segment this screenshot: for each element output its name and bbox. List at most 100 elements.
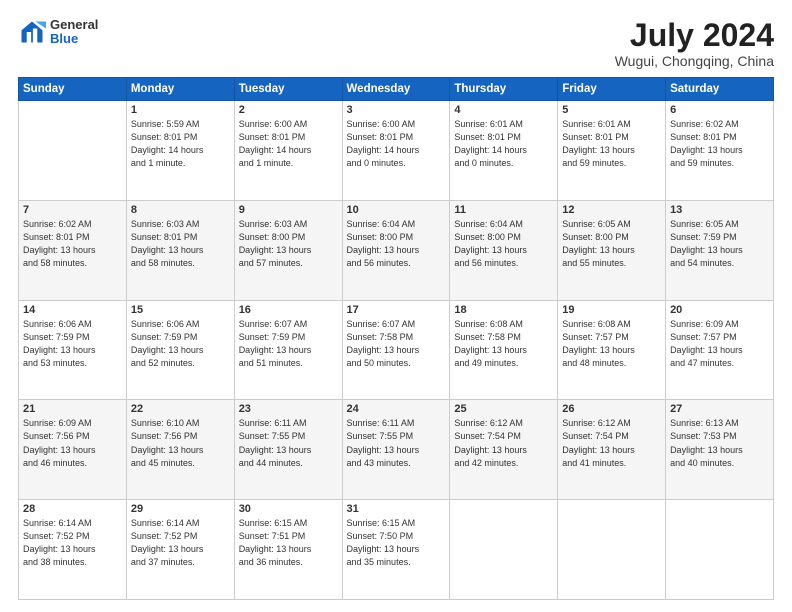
day-number: 12 — [562, 204, 661, 216]
day-number: 26 — [562, 403, 661, 415]
day-number: 9 — [239, 204, 338, 216]
day-number: 17 — [347, 304, 446, 316]
calendar-cell: 18 Sunrise: 6:08 AM Sunset: 7:58 PM Dayli… — [450, 300, 558, 400]
calendar-cell: 15 Sunrise: 6:06 AM Sunset: 7:59 PM Dayli… — [126, 300, 234, 400]
day-info: Sunrise: 6:06 AM Sunset: 7:59 PM Dayligh… — [23, 318, 122, 370]
calendar-cell: 12 Sunrise: 6:05 AM Sunset: 8:00 PM Dayli… — [558, 200, 666, 300]
calendar-cell — [666, 500, 774, 600]
day-info: Sunrise: 6:15 AM Sunset: 7:51 PM Dayligh… — [239, 517, 338, 569]
logo-blue: Blue — [50, 32, 98, 46]
day-number: 13 — [670, 204, 769, 216]
logo-icon — [18, 18, 46, 46]
day-info: Sunrise: 6:05 AM Sunset: 8:00 PM Dayligh… — [562, 218, 661, 270]
title-block: July 2024 Wugui, Chongqing, China — [615, 18, 774, 69]
calendar-cell: 24Sunrise: 6:11 AM Sunset: 7:55 PM Dayli… — [342, 400, 450, 500]
calendar-cell: 17Sunrise: 6:07 AM Sunset: 7:58 PM Dayli… — [342, 300, 450, 400]
calendar-week-3: 14 Sunrise: 6:06 AM Sunset: 7:59 PM Dayli… — [19, 300, 774, 400]
day-number: 20 — [670, 304, 769, 316]
day-info: Sunrise: 6:10 AM Sunset: 7:56 PM Dayligh… — [131, 417, 230, 469]
calendar-table: SundayMondayTuesdayWednesdayThursdayFrid… — [18, 77, 774, 600]
day-number: 4 — [454, 104, 553, 116]
calendar-header-saturday: Saturday — [666, 78, 774, 101]
day-info: Sunrise: 6:14 AM Sunset: 7:52 PM Dayligh… — [23, 517, 122, 569]
day-number: 22 — [131, 403, 230, 415]
calendar-cell — [19, 101, 127, 201]
header: General Blue July 2024 Wugui, Chongqing,… — [18, 18, 774, 69]
calendar-cell: 11 Sunrise: 6:04 AM Sunset: 8:00 PM Dayli… — [450, 200, 558, 300]
day-number: 21 — [23, 403, 122, 415]
day-number: 6 — [670, 104, 769, 116]
calendar-cell: 26 Sunrise: 6:12 AM Sunset: 7:54 PM Dayli… — [558, 400, 666, 500]
day-number: 3 — [347, 104, 446, 116]
day-number: 14 — [23, 304, 122, 316]
calendar-cell: 21 Sunrise: 6:09 AM Sunset: 7:56 PM Dayli… — [19, 400, 127, 500]
day-info: Sunrise: 6:12 AM Sunset: 7:54 PM Dayligh… — [454, 417, 553, 469]
calendar-header-row: SundayMondayTuesdayWednesdayThursdayFrid… — [19, 78, 774, 101]
calendar-header-wednesday: Wednesday — [342, 78, 450, 101]
day-number: 5 — [562, 104, 661, 116]
day-info: Sunrise: 6:09 AM Sunset: 7:57 PM Dayligh… — [670, 318, 769, 370]
subtitle: Wugui, Chongqing, China — [615, 53, 774, 69]
day-info: Sunrise: 6:09 AM Sunset: 7:56 PM Dayligh… — [23, 417, 122, 469]
day-info: Sunrise: 6:07 AM Sunset: 7:59 PM Dayligh… — [239, 318, 338, 370]
day-number: 15 — [131, 304, 230, 316]
day-info: Sunrise: 6:03 AM Sunset: 8:00 PM Dayligh… — [239, 218, 338, 270]
calendar-cell: 6 Sunrise: 6:02 AM Sunset: 8:01 PM Daylig… — [666, 101, 774, 201]
calendar-cell: 3 Sunrise: 6:00 AM Sunset: 8:01 PM Daylig… — [342, 101, 450, 201]
calendar-week-5: 28Sunrise: 6:14 AM Sunset: 7:52 PM Dayli… — [19, 500, 774, 600]
calendar-cell: 22 Sunrise: 6:10 AM Sunset: 7:56 PM Dayli… — [126, 400, 234, 500]
calendar-week-2: 7 Sunrise: 6:02 AM Sunset: 8:01 PM Daylig… — [19, 200, 774, 300]
day-info: Sunrise: 6:14 AM Sunset: 7:52 PM Dayligh… — [131, 517, 230, 569]
day-info: Sunrise: 6:11 AM Sunset: 7:55 PM Dayligh… — [347, 417, 446, 469]
calendar-header-monday: Monday — [126, 78, 234, 101]
day-number: 11 — [454, 204, 553, 216]
calendar-cell: 29Sunrise: 6:14 AM Sunset: 7:52 PM Dayli… — [126, 500, 234, 600]
day-number: 31 — [347, 503, 446, 515]
calendar-cell: 2Sunrise: 6:00 AM Sunset: 8:01 PM Daylig… — [234, 101, 342, 201]
logo: General Blue — [18, 18, 98, 47]
day-number: 18 — [454, 304, 553, 316]
calendar-cell: 27Sunrise: 6:13 AM Sunset: 7:53 PM Dayli… — [666, 400, 774, 500]
day-number: 16 — [239, 304, 338, 316]
day-info: Sunrise: 6:12 AM Sunset: 7:54 PM Dayligh… — [562, 417, 661, 469]
day-info: Sunrise: 6:08 AM Sunset: 7:57 PM Dayligh… — [562, 318, 661, 370]
day-number: 8 — [131, 204, 230, 216]
day-number: 19 — [562, 304, 661, 316]
day-info: Sunrise: 6:01 AM Sunset: 8:01 PM Dayligh… — [454, 118, 553, 170]
day-info: Sunrise: 6:04 AM Sunset: 8:00 PM Dayligh… — [347, 218, 446, 270]
day-number: 2 — [239, 104, 338, 116]
day-info: Sunrise: 6:08 AM Sunset: 7:58 PM Dayligh… — [454, 318, 553, 370]
calendar-header-sunday: Sunday — [19, 78, 127, 101]
calendar-cell: 23Sunrise: 6:11 AM Sunset: 7:55 PM Dayli… — [234, 400, 342, 500]
day-info: Sunrise: 5:59 AM Sunset: 8:01 PM Dayligh… — [131, 118, 230, 170]
day-number: 7 — [23, 204, 122, 216]
calendar-cell: 7 Sunrise: 6:02 AM Sunset: 8:01 PM Daylig… — [19, 200, 127, 300]
day-number: 27 — [670, 403, 769, 415]
day-number: 25 — [454, 403, 553, 415]
day-info: Sunrise: 6:00 AM Sunset: 8:01 PM Dayligh… — [347, 118, 446, 170]
page: General Blue July 2024 Wugui, Chongqing,… — [0, 0, 792, 612]
day-number: 23 — [239, 403, 338, 415]
day-info: Sunrise: 6:05 AM Sunset: 7:59 PM Dayligh… — [670, 218, 769, 270]
calendar-cell: 31 Sunrise: 6:15 AM Sunset: 7:50 PM Dayli… — [342, 500, 450, 600]
day-info: Sunrise: 6:03 AM Sunset: 8:01 PM Dayligh… — [131, 218, 230, 270]
calendar-cell: 10Sunrise: 6:04 AM Sunset: 8:00 PM Dayli… — [342, 200, 450, 300]
day-info: Sunrise: 6:02 AM Sunset: 8:01 PM Dayligh… — [670, 118, 769, 170]
calendar-cell: 19 Sunrise: 6:08 AM Sunset: 7:57 PM Dayli… — [558, 300, 666, 400]
calendar-cell: 28Sunrise: 6:14 AM Sunset: 7:52 PM Dayli… — [19, 500, 127, 600]
day-info: Sunrise: 6:02 AM Sunset: 8:01 PM Dayligh… — [23, 218, 122, 270]
calendar-week-4: 21 Sunrise: 6:09 AM Sunset: 7:56 PM Dayli… — [19, 400, 774, 500]
calendar-header-friday: Friday — [558, 78, 666, 101]
day-info: Sunrise: 6:04 AM Sunset: 8:00 PM Dayligh… — [454, 218, 553, 270]
calendar-cell: 25 Sunrise: 6:12 AM Sunset: 7:54 PM Dayli… — [450, 400, 558, 500]
day-number: 1 — [131, 104, 230, 116]
calendar-cell — [558, 500, 666, 600]
calendar-cell: 14 Sunrise: 6:06 AM Sunset: 7:59 PM Dayli… — [19, 300, 127, 400]
day-info: Sunrise: 6:01 AM Sunset: 8:01 PM Dayligh… — [562, 118, 661, 170]
day-number: 30 — [239, 503, 338, 515]
day-info: Sunrise: 6:06 AM Sunset: 7:59 PM Dayligh… — [131, 318, 230, 370]
calendar-header-tuesday: Tuesday — [234, 78, 342, 101]
calendar-header-thursday: Thursday — [450, 78, 558, 101]
calendar-cell: 1 Sunrise: 5:59 AM Sunset: 8:01 PM Daylig… — [126, 101, 234, 201]
day-info: Sunrise: 6:15 AM Sunset: 7:50 PM Dayligh… — [347, 517, 446, 569]
